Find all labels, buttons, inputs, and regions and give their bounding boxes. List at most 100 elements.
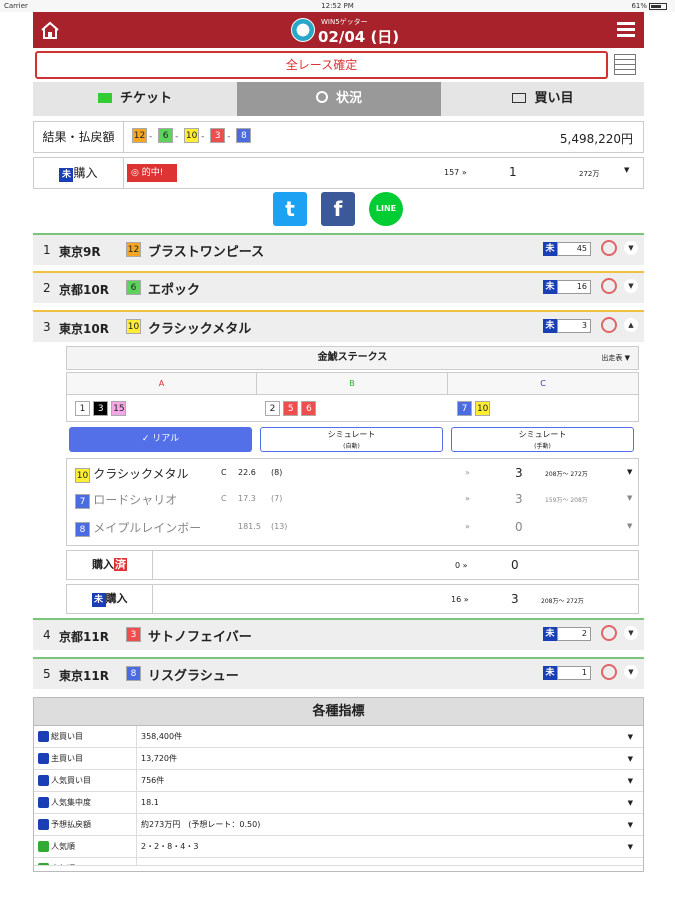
target-icon — [315, 91, 328, 103]
app-logo — [291, 18, 315, 42]
chevron-down-icon[interactable]: ▼ — [624, 279, 638, 293]
col-a-horses: 1 3 15 — [75, 401, 127, 416]
race-venue: 京都10R — [59, 283, 109, 297]
unpurchased-badge: 未 — [543, 666, 557, 680]
result-label: 結果・払戻額 — [34, 122, 124, 152]
tab-ticket[interactable]: チケット — [33, 82, 237, 116]
race-row-2[interactable]: 2 京都10R 6 エポック 未 16 ▼ — [33, 271, 644, 303]
horse-number: 8 — [126, 666, 141, 681]
horse-name: クラシックメタル — [148, 322, 252, 337]
target-icon[interactable] — [601, 240, 617, 256]
simulate-manual-button[interactable]: シミュレート (手動) — [451, 427, 634, 452]
chevron-down-icon[interactable]: ▼ — [624, 241, 638, 255]
bought-value: 0 — [511, 558, 519, 572]
purchase-value: 1 — [509, 165, 517, 179]
indicator-row[interactable]: 予想払戻額 約273万円 (予想レート：0.50) ▼ — [34, 814, 643, 836]
col-b-header: B — [257, 373, 448, 395]
horse-name: エポック — [148, 283, 201, 298]
target-icon[interactable] — [601, 664, 617, 680]
twitter-icon[interactable]: t — [273, 192, 307, 226]
result-number: 12 — [132, 128, 147, 143]
info-icon — [38, 731, 49, 742]
bet-count: 16 — [557, 280, 591, 294]
col-b-horses: 2 5 6 — [265, 401, 317, 416]
unpurchased-badge: 未 — [543, 242, 557, 256]
abc-grid: A B C 1 3 15 2 5 6 7 10 — [66, 372, 639, 422]
real-button[interactable]: ✓ リアル — [69, 427, 252, 452]
horse-number: 10 — [126, 319, 141, 334]
simulate-auto-button[interactable]: シミュレート (自動) — [260, 427, 443, 452]
horse-row[interactable]: 7 ロードシャリオ C 17.3 (7) » 3 159万～ 208万 ▼ — [75, 491, 635, 511]
horse-name: リスグラシュー — [148, 669, 239, 684]
race-venue: 東京9R — [59, 245, 101, 259]
home-icon[interactable] — [40, 21, 60, 39]
indicator-row[interactable]: 人気順 2・2・8・4・3 ▼ — [34, 836, 643, 858]
target-icon[interactable] — [601, 317, 617, 333]
calendar-icon[interactable] — [614, 54, 636, 75]
race-row-4[interactable]: 4 京都11R 3 サトノフェイバー 未2 ▼ — [33, 618, 644, 650]
race-name: 金鯱ステークス — [317, 352, 388, 363]
result-number: 10 — [184, 128, 200, 143]
unbought-range: 208万～ 272万 — [541, 598, 584, 605]
chevron-up-icon[interactable]: ▲ — [624, 318, 638, 332]
list-icon — [512, 93, 527, 103]
horse-number: 6 — [126, 280, 141, 295]
indicator-row[interactable]: 総買い目 358,400件 ▼ — [34, 726, 643, 748]
bet-count: 2 — [557, 627, 591, 641]
unbought-row[interactable]: 未購入 16 » 3 208万～ 272万 — [66, 584, 639, 614]
target-icon[interactable] — [601, 278, 617, 294]
chevron-down-icon: ▼ — [627, 755, 633, 763]
horse-row[interactable]: 8 メイプルレインボー 181.5 (13) » 0 ▼ — [75, 519, 635, 539]
sort-select[interactable]: 出走表 ▼ — [601, 347, 630, 369]
horse-number: 3 — [126, 627, 141, 642]
chart-icon — [38, 841, 49, 852]
chevron-down-icon[interactable]: ▼ — [627, 494, 632, 502]
unbought-value: 3 — [511, 592, 519, 606]
chevron-down-icon[interactable]: ▼ — [624, 166, 629, 174]
line-icon[interactable]: LINE — [369, 192, 403, 226]
result-row: 結果・払戻額 12- 6- 10- 3- 8 5,498,220円 — [33, 121, 644, 153]
all-races-confirmed-banner: 全レース確定 — [35, 51, 608, 79]
bought-count: 0 » — [455, 561, 468, 570]
target-icon[interactable] — [601, 625, 617, 641]
ticket-icon — [97, 93, 112, 103]
race-venue: 東京10R — [59, 322, 109, 336]
tab-status[interactable]: 状況 — [237, 82, 441, 116]
chevron-down-icon[interactable]: ▼ — [627, 468, 632, 476]
bought-label: 購入済 — [67, 551, 153, 579]
horse-row[interactable]: 10 クラシックメタル C 22.6 (8) » 3 208万～ 272万 ▼ — [75, 465, 635, 485]
chevron-down-icon: ▼ — [627, 821, 633, 829]
result-number: 3 — [210, 128, 226, 143]
race-no: 4 — [43, 628, 51, 642]
race-no: 5 — [43, 667, 51, 681]
facebook-icon[interactable]: f — [321, 192, 355, 226]
indicator-row[interactable]: 人気集中度 18.1 ▼ — [34, 792, 643, 814]
horse-name: サトノフェイバー — [148, 630, 252, 645]
bet-count: 1 — [557, 666, 591, 680]
indicator-row[interactable]: 主買い目 13,720件 ▼ — [34, 748, 643, 770]
unpurchased-badge: 未 — [543, 319, 557, 333]
race-no: 2 — [43, 281, 51, 295]
indicator-row[interactable]: 人気順3 — [34, 858, 643, 866]
col-a-header: A — [67, 373, 257, 395]
chevron-down-icon[interactable]: ▼ — [624, 626, 638, 640]
chart-icon — [38, 863, 49, 865]
bought-row[interactable]: 購入済 0 » 0 — [66, 550, 639, 580]
chevron-down-icon[interactable]: ▼ — [624, 665, 638, 679]
tab-bets[interactable]: 買い目 — [441, 82, 645, 116]
race-row-3[interactable]: 3 東京10R 10 クラシックメタル 未3 ▲ — [33, 310, 644, 342]
status-bar: Carrier 12:52 PM 61% — [0, 0, 675, 12]
payout-amount: 5,498,220円 — [559, 132, 633, 146]
indicators-title: 各種指標 — [34, 698, 643, 726]
chevron-down-icon[interactable]: ▼ — [627, 522, 632, 530]
result-numbers: 12- 6- 10- 3- 8 — [132, 128, 252, 143]
race-no: 1 — [43, 243, 51, 257]
purchase-row[interactable]: 未購入 ◎ 的中! 157 » 1 272万 ▼ — [33, 157, 644, 189]
race-row-5[interactable]: 5 東京11R 8 リスグラシュー 未1 ▼ — [33, 657, 644, 689]
race-no: 3 — [43, 320, 51, 334]
race-row-1[interactable]: 1 東京9R 12 ブラストワンピース 未 45 ▼ — [33, 233, 644, 265]
indicators-panel: 各種指標 総買い目 358,400件 ▼ 主買い目 13,720件 ▼ 人気買い目 756… — [33, 697, 644, 872]
menu-icon[interactable] — [617, 22, 635, 37]
info-icon — [38, 753, 49, 764]
indicator-row[interactable]: 人気買い目 756件 ▼ — [34, 770, 643, 792]
